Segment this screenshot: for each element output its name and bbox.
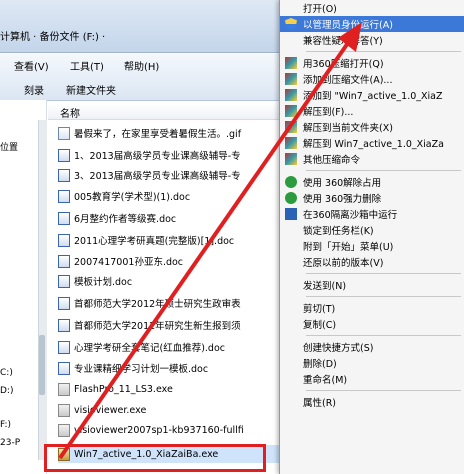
arrow-head: [338, 22, 362, 52]
arrow-shaft: [58, 38, 352, 460]
annotation-arrow: [58, 22, 362, 460]
